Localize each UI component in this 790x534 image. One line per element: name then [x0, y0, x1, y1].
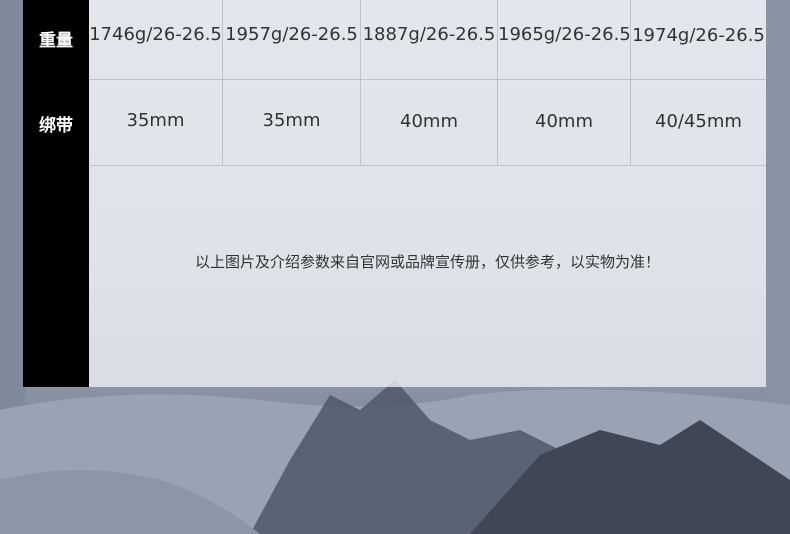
strap-cell: 35mm [126, 110, 185, 131]
strap-cell: 40mm [535, 111, 593, 132]
weight-cell: 1974g/26-26.5 [632, 25, 765, 46]
weight-cell: 1957g/26-26.5 [225, 24, 358, 45]
row-label-strap: 绑带 [39, 116, 73, 136]
disclaimer-note: 以上图片及介绍参数来自官网或品牌宣传册，仅供参考，以实物为准！ [194, 253, 660, 271]
spec-table: 重量 绑带 1746g/26-26.5 1957g/26-26.5 1887g/… [23, 0, 766, 387]
label-column [23, 0, 89, 387]
weight-cell: 1965g/26-26.5 [498, 24, 631, 45]
row-divider [89, 165, 766, 166]
weight-cell: 1746g/26-26.5 [89, 24, 222, 45]
table-panel [89, 0, 766, 387]
strap-cell: 35mm [262, 110, 321, 131]
strap-cell: 40mm [400, 111, 458, 132]
weight-cell: 1887g/26-26.5 [362, 24, 496, 45]
row-divider [89, 79, 766, 80]
strap-cell: 40/45mm [655, 111, 742, 132]
row-label-weight: 重量 [39, 31, 73, 51]
